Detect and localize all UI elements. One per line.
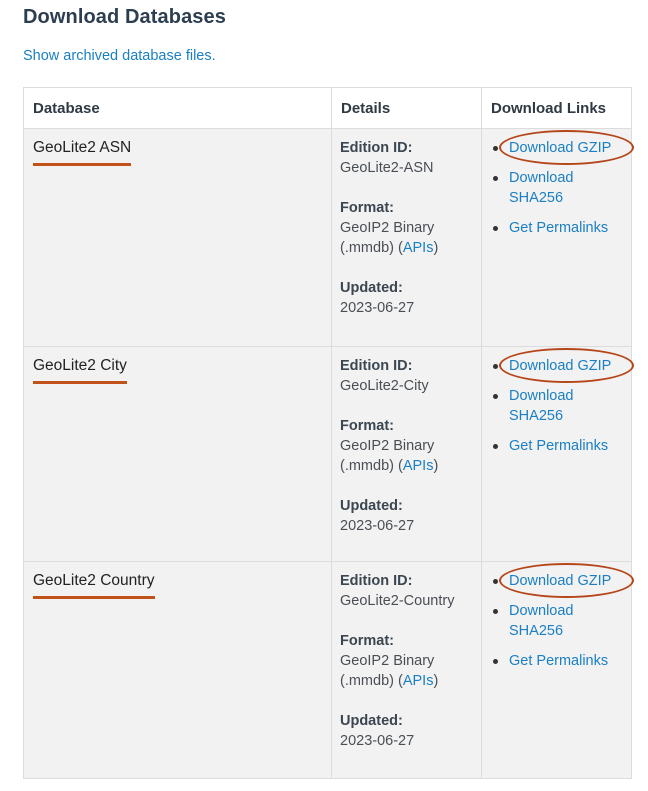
updated-value: 2023-06-27: [340, 518, 415, 534]
list-item: Get Permalinks: [490, 651, 623, 671]
edition-id-label: Edition ID:: [340, 358, 413, 374]
download-sha256-link[interactable]: Download SHA256: [509, 603, 574, 639]
format-label: Format:: [340, 418, 394, 434]
database-name-cell: GeoLite2 City: [23, 346, 332, 562]
list-item: Get Permalinks: [490, 218, 623, 238]
database-name: GeoLite2 Country: [33, 572, 155, 599]
annotation-circle: [499, 563, 634, 598]
database-name-text: GeoLite2 ASN: [33, 139, 132, 156]
format-label: Format:: [340, 633, 394, 649]
edition-id-value: GeoLite2-City: [340, 378, 429, 394]
download-links-list: Download GZIP Download SHA256 Get Permali…: [490, 563, 634, 671]
details-cell: Edition ID: GeoLite2-City Format: GeoIP2…: [331, 346, 482, 562]
annotation-underline: [33, 596, 155, 599]
updated-value: 2023-06-27: [340, 300, 415, 316]
get-permalinks-link[interactable]: Get Permalinks: [509, 653, 608, 669]
download-sha256-link[interactable]: Download SHA256: [509, 170, 574, 206]
download-links-cell: Download GZIP Download SHA256 Get Permali…: [481, 561, 634, 779]
annotation-circle: [499, 348, 634, 383]
database-name: GeoLite2 City: [33, 357, 127, 384]
show-archived-link[interactable]: Show archived database files.: [23, 48, 216, 64]
list-item: Download GZIP: [490, 130, 634, 165]
download-links-list: Download GZIP Download SHA256 Get Permali…: [490, 130, 634, 238]
download-links-list: Download GZIP Download SHA256 Get Permali…: [490, 348, 634, 456]
format-value: GeoIP2 Binary: [340, 653, 435, 669]
format-value: GeoIP2 Binary: [340, 438, 435, 454]
updated-value: 2023-06-27: [340, 733, 415, 749]
get-permalinks-link[interactable]: Get Permalinks: [509, 438, 608, 454]
table-row: GeoLite2 Country Edition ID: GeoLite2-Co…: [23, 561, 634, 779]
column-header-details: Details: [331, 87, 482, 129]
annotation-underline: [33, 381, 127, 384]
edition-id-label: Edition ID:: [340, 573, 413, 589]
details-cell: Edition ID: GeoLite2-ASN Format: GeoIP2 …: [331, 128, 482, 347]
database-name-cell: GeoLite2 ASN: [23, 128, 332, 347]
list-item: Download SHA256: [490, 386, 623, 426]
page-title: Download Databases: [23, 6, 226, 28]
database-name: GeoLite2 ASN: [33, 139, 132, 166]
edition-id-value: GeoLite2-ASN: [340, 160, 434, 176]
annotation-underline: [33, 163, 132, 166]
column-header-database: Database: [23, 87, 332, 129]
updated-label: Updated:: [340, 713, 403, 729]
updated-label: Updated:: [340, 498, 403, 514]
format-value: GeoIP2 Binary: [340, 220, 435, 236]
apis-link[interactable]: APIs: [403, 458, 434, 474]
database-name-cell: GeoLite2 Country: [23, 561, 332, 779]
list-item: Download GZIP: [490, 348, 634, 383]
table-row: GeoLite2 ASN Edition ID: GeoLite2-ASN Fo…: [23, 128, 634, 347]
database-name-text: GeoLite2 City: [33, 357, 127, 374]
edition-id-label: Edition ID:: [340, 140, 413, 156]
list-item: Download SHA256: [490, 168, 623, 208]
database-name-text: GeoLite2 Country: [33, 572, 155, 589]
get-permalinks-link[interactable]: Get Permalinks: [509, 220, 608, 236]
table-row: GeoLite2 City Edition ID: GeoLite2-City …: [23, 346, 634, 562]
table-header-row: Database Details Download Links: [23, 87, 632, 129]
list-item: Get Permalinks: [490, 436, 623, 456]
format-value-line2: (.mmdb) (APIs): [340, 458, 439, 474]
download-links-cell: Download GZIP Download SHA256 Get Permali…: [481, 128, 634, 347]
details-cell: Edition ID: GeoLite2-Country Format: Geo…: [331, 561, 482, 779]
download-sha256-link[interactable]: Download SHA256: [509, 388, 574, 424]
format-label: Format:: [340, 200, 394, 216]
format-value-line2: (.mmdb) (APIs): [340, 673, 439, 689]
list-item: Download SHA256: [490, 601, 623, 641]
databases-table: Database Details Download Links GeoLite2…: [23, 87, 634, 779]
edition-id-value: GeoLite2-Country: [340, 593, 455, 609]
updated-label: Updated:: [340, 280, 403, 296]
list-item: Download GZIP: [490, 563, 634, 598]
apis-link[interactable]: APIs: [403, 240, 434, 256]
download-links-cell: Download GZIP Download SHA256 Get Permali…: [481, 346, 634, 562]
column-header-download-links: Download Links: [481, 87, 632, 129]
annotation-circle: [499, 130, 634, 165]
format-value-line2: (.mmdb) (APIs): [340, 240, 439, 256]
apis-link[interactable]: APIs: [403, 673, 434, 689]
